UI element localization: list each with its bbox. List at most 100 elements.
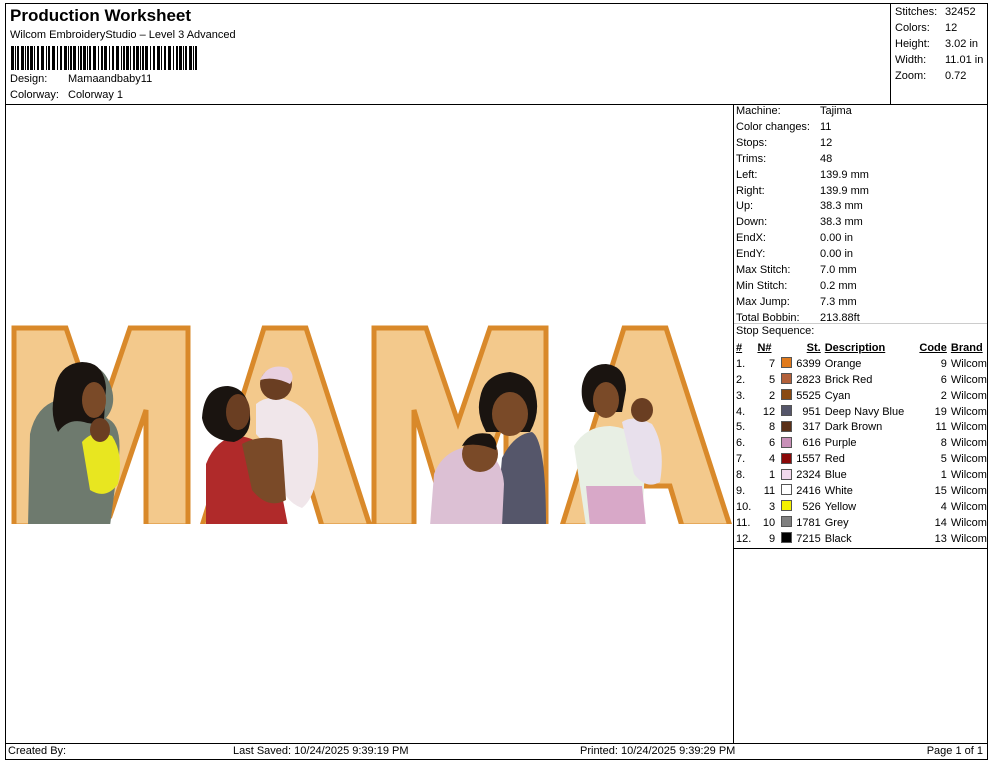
machine-info-value: 7.0 mm bbox=[820, 264, 857, 276]
table-row: 10. 3 526 Yellow 4 Wilcom bbox=[736, 499, 987, 515]
row-needle: 1 bbox=[769, 469, 776, 482]
color-swatch bbox=[781, 373, 793, 385]
table-row: 4. 12 951 Deep Navy Blue 19 Wilcom bbox=[736, 404, 987, 420]
machine-info-row: Machine: Tajima bbox=[736, 105, 852, 117]
row-needle: 9 bbox=[769, 532, 776, 545]
row-stitches: 526 bbox=[802, 500, 821, 513]
row-needle: 6 bbox=[769, 437, 776, 450]
col-index: # bbox=[736, 341, 743, 354]
stop-sequence-header-row: # N# St. Description Code Brand bbox=[736, 340, 987, 356]
row-index: 4. bbox=[736, 405, 746, 418]
machine-info-row: Total Bobbin: 213.88ft bbox=[736, 312, 860, 324]
row-stitches: 951 bbox=[802, 405, 821, 418]
color-swatch bbox=[781, 452, 793, 464]
row-description: Purple bbox=[824, 437, 857, 450]
machine-info-value: 0.2 mm bbox=[820, 279, 857, 292]
row-index: 11. bbox=[736, 516, 751, 529]
page-number: Page 1 of 1 bbox=[926, 745, 983, 757]
row-needle: 4 bbox=[769, 453, 776, 466]
summary-label: Stitches: bbox=[895, 6, 938, 18]
colorway-row: Colorway: Colorway 1 bbox=[10, 89, 123, 101]
design-preview bbox=[5, 104, 734, 744]
machine-info-row: Stops: 12 bbox=[736, 137, 832, 149]
row-brand: Wilcom bbox=[950, 484, 987, 497]
machine-info-value: 139.9 mm bbox=[820, 168, 869, 181]
row-index: 6. bbox=[736, 437, 746, 450]
table-row: 11. 10 1781 Grey 14 Wilcom bbox=[736, 515, 987, 531]
col-stitches: St. bbox=[806, 341, 821, 354]
summary-value: 11.01 in bbox=[945, 54, 984, 66]
machine-info-value: 0.00 in bbox=[820, 232, 854, 245]
row-code: 11 bbox=[935, 421, 947, 434]
row-swatch-cell bbox=[779, 515, 793, 531]
row-index: 1. bbox=[736, 357, 746, 370]
row-stitches: 2823 bbox=[796, 373, 821, 386]
row-description: Cyan bbox=[824, 389, 851, 402]
machine-info-label: Max Stitch: bbox=[736, 264, 791, 276]
row-brand: Wilcom bbox=[950, 389, 987, 402]
stop-sequence-title: Stop Sequence: bbox=[736, 325, 815, 337]
row-description: Red bbox=[824, 453, 845, 466]
machine-info-value: 12 bbox=[820, 136, 833, 149]
software-name: Wilcom EmbroideryStudio – Level 3 Advanc… bbox=[10, 29, 236, 41]
design-value: Mamaandbaby11 bbox=[68, 73, 153, 85]
machine-info-row: Color changes: 11 bbox=[736, 121, 831, 133]
row-code: 1 bbox=[940, 469, 947, 482]
machine-info-label: EndX: bbox=[736, 232, 766, 245]
row-swatch-cell bbox=[779, 372, 793, 388]
table-row: 2. 5 2823 Brick Red 6 Wilcom bbox=[736, 372, 987, 388]
row-stitches: 6399 bbox=[796, 357, 821, 370]
row-description: White bbox=[824, 484, 853, 497]
worksheet-header: Production Worksheet Wilcom EmbroiderySt… bbox=[5, 3, 988, 105]
divider bbox=[734, 323, 987, 324]
color-swatch bbox=[781, 436, 793, 448]
row-description: Blue bbox=[824, 469, 847, 482]
worksheet-footer: Created By: Last Saved: 10/24/2025 9:39:… bbox=[5, 743, 988, 760]
row-description: Grey bbox=[824, 516, 849, 529]
summary-label: Width: bbox=[895, 54, 927, 66]
row-stitches: 7215 bbox=[796, 532, 821, 545]
row-needle: 2 bbox=[769, 389, 776, 402]
summary-row: Zoom: 0.72 bbox=[895, 70, 966, 82]
barcode-image bbox=[11, 46, 197, 70]
table-row: 12. 9 7215 Black 13 Wilcom bbox=[736, 531, 987, 547]
machine-info-label: Stops: bbox=[736, 136, 768, 149]
table-row: 5. 8 317 Dark Brown 11 Wilcom bbox=[736, 419, 987, 435]
row-brand: Wilcom bbox=[950, 405, 987, 418]
design-row: Design: Mamaandbaby11 bbox=[10, 73, 152, 85]
machine-info-label: Machine: bbox=[736, 105, 781, 117]
summary-value: 32452 bbox=[945, 6, 976, 18]
table-row: 7. 4 1557 Red 5 Wilcom bbox=[736, 451, 987, 467]
row-code: 19 bbox=[934, 405, 947, 418]
row-index: 7. bbox=[736, 453, 746, 466]
machine-info-row: Left: 139.9 mm bbox=[736, 169, 869, 181]
row-swatch-cell bbox=[779, 467, 793, 483]
row-stitches: 5525 bbox=[796, 389, 821, 402]
machine-info-value: Tajima bbox=[820, 105, 852, 117]
row-index: 8. bbox=[736, 469, 746, 482]
row-index: 3. bbox=[736, 389, 746, 402]
row-stitches: 2416 bbox=[796, 484, 821, 497]
machine-info-label: Down: bbox=[736, 216, 768, 229]
machine-info-row: Up: 38.3 mm bbox=[736, 200, 863, 212]
color-swatch bbox=[781, 389, 793, 401]
row-description: Orange bbox=[824, 357, 862, 370]
row-code: 13 bbox=[934, 532, 947, 545]
row-needle: 7 bbox=[769, 357, 776, 370]
machine-info-value: 38.3 mm bbox=[820, 200, 863, 213]
row-stitches: 1557 bbox=[796, 453, 821, 466]
summary-row: Width: 11.01 in bbox=[895, 54, 983, 66]
row-description: Brick Red bbox=[824, 373, 873, 386]
machine-info-row: Min Stitch: 0.2 mm bbox=[736, 280, 857, 292]
color-swatch bbox=[781, 357, 793, 369]
row-stitches: 616 bbox=[802, 437, 821, 450]
design-summary: Stitches: 32452 Colors: 12 Height: 3.02 in Wid… bbox=[890, 4, 989, 104]
color-swatch bbox=[781, 500, 793, 512]
stop-sequence-rows: 1. 7 6399 Orange 9 Wilcom 2. 5 2823 Brick Red 6 Wil… bbox=[736, 356, 987, 547]
row-needle: 10 bbox=[762, 516, 776, 529]
machine-info-value: 11 bbox=[820, 120, 832, 133]
machine-info-row: Right: 139.9 mm bbox=[736, 185, 869, 197]
summary-row: Height: 3.02 in bbox=[895, 38, 978, 50]
summary-row: Stitches: 32452 bbox=[895, 6, 976, 18]
row-swatch-cell bbox=[779, 435, 793, 451]
